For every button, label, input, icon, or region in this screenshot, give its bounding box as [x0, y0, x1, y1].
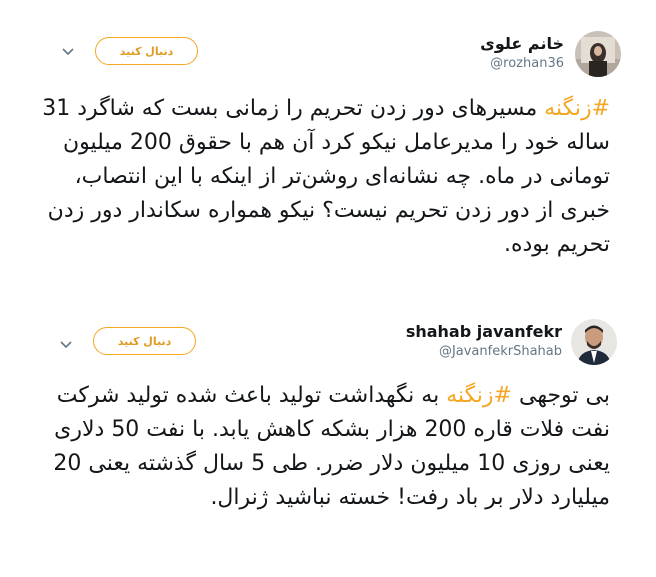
follow-button[interactable]: دنبال کنید: [93, 327, 196, 355]
follow-button[interactable]: دنبال کنید: [95, 37, 198, 65]
tweet-card: shahab javanfekr @JavanfekrShahab دنبال …: [0, 303, 656, 577]
chevron-down-icon[interactable]: [57, 337, 75, 351]
chevron-down-icon[interactable]: [59, 44, 77, 58]
display-name[interactable]: خانم علوی: [480, 34, 564, 53]
hashtag-link[interactable]: #زنگنه: [446, 383, 512, 408]
tweet-text: #زنگنه مسیرهای دور زدن تحریم را زمانی بس…: [20, 92, 610, 262]
tweet-body: مسیرهای دور زدن تحریم را زمانی بست که شا…: [42, 96, 610, 257]
username-handle[interactable]: @JavanfekrShahab: [439, 344, 562, 359]
avatar[interactable]: [575, 31, 621, 77]
tweet-card: خانم علوی @rozhan36 دنبال کنید #زنگنه مس…: [0, 0, 656, 303]
hashtag-link[interactable]: #زنگنه: [544, 96, 610, 121]
avatar[interactable]: [571, 319, 617, 365]
tweet-text: بی توجهی #زنگنه به نگهداشت تولید باعث شد…: [20, 379, 610, 515]
display-name[interactable]: shahab javanfekr: [406, 322, 562, 341]
tweet-body: بی توجهی: [511, 383, 610, 408]
username-handle[interactable]: @rozhan36: [490, 56, 564, 71]
